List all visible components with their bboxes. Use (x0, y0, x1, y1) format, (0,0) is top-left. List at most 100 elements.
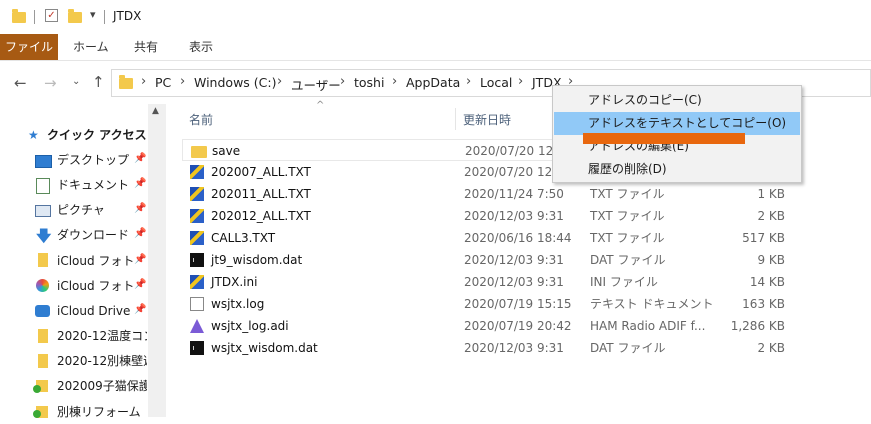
file-size: 163 KB (742, 297, 785, 311)
breadcrumb-drive[interactable]: Windows (C:) (194, 75, 276, 90)
pin-icon[interactable]: 📌 (134, 228, 146, 239)
up-arrow-icon[interactable]: ↑ (92, 73, 105, 91)
dat-file-icon (190, 253, 204, 267)
folder-icon (38, 253, 48, 267)
column-header-date[interactable]: 更新日時 (463, 108, 511, 132)
properties-icon[interactable]: ✓ (45, 9, 58, 22)
breadcrumb-user[interactable]: toshi (354, 75, 384, 90)
file-date: 2020/07/20 12:5 (464, 165, 564, 179)
new-folder-icon[interactable] (68, 9, 82, 23)
forward-arrow-icon[interactable]: → (44, 74, 57, 92)
nav-item-folder-kitten[interactable]: 202009子猫保護 (57, 374, 147, 398)
file-size: 1,286 KB (730, 319, 785, 333)
breadcrumb-chevron-icon[interactable]: › (141, 74, 146, 89)
nav-item-downloads[interactable]: ダウンロード (57, 223, 129, 247)
folder-icon (38, 329, 48, 343)
file-date: 2020/12/03 9:31 (464, 209, 564, 223)
tab-view[interactable]: 表示 (189, 34, 213, 60)
nav-item-icloud-photos-2[interactable]: iCloud フォト (57, 274, 134, 298)
breadcrumb-chevron-icon[interactable]: › (180, 74, 185, 89)
text-file-icon (190, 231, 204, 245)
nav-item-folder-temp[interactable]: 2020-12温度コント (57, 324, 147, 348)
recent-dropdown-icon[interactable]: ⌄ (72, 76, 80, 87)
nav-item-folder-wall[interactable]: 2020-12別棟壁遮 (57, 349, 147, 373)
column-header-name[interactable]: 名前 (189, 108, 213, 132)
breadcrumb-appdata[interactable]: AppData (406, 75, 460, 90)
folder-icon (38, 354, 48, 368)
pin-icon[interactable]: 📌 (134, 279, 146, 290)
breadcrumb-chevron-icon[interactable]: › (340, 74, 345, 89)
pin-icon[interactable]: 📌 (134, 178, 146, 189)
file-row[interactable]: jt9_wisdom.dat 2020/12/03 9:31 DAT ファイル … (182, 249, 802, 271)
photos-icon (36, 279, 49, 292)
file-name: JTDX.ini (211, 275, 258, 289)
file-size: 2 KB (757, 341, 785, 355)
quick-access-dropdown-icon[interactable]: ▾ (90, 8, 96, 21)
back-arrow-icon[interactable]: ← (14, 74, 27, 92)
annotation-highlight (583, 133, 745, 144)
breadcrumb-users[interactable]: ユーザー (291, 75, 341, 94)
nav-item-icloud-photos[interactable]: iCloud フォト (57, 249, 134, 273)
breadcrumb-local[interactable]: Local (480, 75, 512, 90)
scroll-up-icon[interactable]: ▲ (152, 106, 159, 116)
download-icon: 🡇 (36, 227, 52, 245)
file-size: 14 KB (749, 275, 785, 289)
file-row[interactable]: 202012_ALL.TXT 2020/12/03 9:31 TXT ファイル … (182, 205, 802, 227)
folder-icon (191, 146, 207, 158)
text-file-icon (190, 209, 204, 223)
desktop-icon (35, 155, 52, 168)
nav-item-pictures[interactable]: ピクチャ (57, 198, 105, 222)
nav-item-icloud-drive[interactable]: iCloud Drive (57, 299, 130, 323)
breadcrumb-pc[interactable]: PC (155, 75, 171, 90)
tab-file[interactable]: ファイル (0, 34, 58, 60)
text-file-icon (190, 165, 204, 179)
file-date: 2020/11/24 7:50 (464, 187, 564, 201)
file-date: 2020/12/03 9:31 (464, 253, 564, 267)
file-name: CALL3.TXT (211, 231, 276, 245)
file-size: 2 KB (757, 209, 785, 223)
separator (104, 10, 105, 24)
file-row[interactable]: JTDX.ini 2020/12/03 9:31 INI ファイル 14 KB (182, 271, 802, 293)
documents-icon (36, 178, 50, 194)
breadcrumb-chevron-icon[interactable]: › (392, 74, 397, 89)
file-date: 2020/12/03 9:31 (464, 341, 564, 355)
breadcrumb-chevron-icon[interactable]: › (277, 74, 282, 89)
nav-scrollbar[interactable]: ▲ (148, 104, 166, 417)
menu-item-copy-address-as-text[interactable]: アドレスをテキストとしてコピー(O) (554, 112, 800, 135)
file-type: HAM Radio ADIF f... (590, 319, 706, 333)
pin-icon[interactable]: 📌 (134, 203, 146, 214)
sync-check-icon (33, 385, 41, 393)
menu-item-delete-history[interactable]: 履歴の削除(D) (554, 158, 800, 181)
file-type: DAT ファイル (590, 253, 666, 267)
star-icon: ★ (28, 128, 39, 142)
adif-file-icon (190, 319, 204, 333)
file-type: テキスト ドキュメント (590, 297, 714, 311)
window-title: JTDX (113, 9, 142, 23)
file-name: wsjtx_wisdom.dat (211, 341, 318, 355)
tab-share[interactable]: 共有 (134, 34, 158, 60)
pictures-icon (35, 205, 51, 217)
file-name: wsjtx.log (211, 297, 265, 311)
file-name: 202011_ALL.TXT (211, 187, 311, 201)
nav-item-folder-reform[interactable]: 別棟リフォーム (57, 400, 147, 424)
column-divider[interactable] (455, 108, 456, 130)
file-row[interactable]: wsjtx_log.adi 2020/07/19 20:42 HAM Radio… (182, 315, 802, 337)
pin-icon[interactable]: 📌 (134, 254, 146, 265)
file-type: TXT ファイル (590, 187, 665, 201)
nav-item-quick-access[interactable]: クイック アクセス (47, 123, 147, 147)
pin-icon[interactable]: 📌 (134, 304, 146, 315)
nav-item-documents[interactable]: ドキュメント (57, 173, 129, 197)
file-name: 202007_ALL.TXT (211, 165, 311, 179)
tab-home[interactable]: ホーム (73, 34, 109, 60)
file-row[interactable]: wsjtx.log 2020/07/19 15:15 テキスト ドキュメント 1… (182, 293, 802, 315)
file-row[interactable]: 202011_ALL.TXT 2020/11/24 7:50 TXT ファイル … (182, 183, 802, 205)
text-file-icon (190, 187, 204, 201)
file-size: 9 KB (757, 253, 785, 267)
nav-item-desktop[interactable]: デスクトップ (57, 148, 129, 172)
menu-item-copy-address[interactable]: アドレスのコピー(C) (554, 89, 800, 112)
file-row[interactable]: CALL3.TXT 2020/06/16 18:44 TXT ファイル 517 … (182, 227, 802, 249)
pin-icon[interactable]: 📌 (134, 153, 146, 164)
file-row[interactable]: wsjtx_wisdom.dat 2020/12/03 9:31 DAT ファイ… (182, 337, 802, 359)
breadcrumb-chevron-icon[interactable]: › (466, 74, 471, 89)
breadcrumb-chevron-icon[interactable]: › (518, 74, 523, 89)
